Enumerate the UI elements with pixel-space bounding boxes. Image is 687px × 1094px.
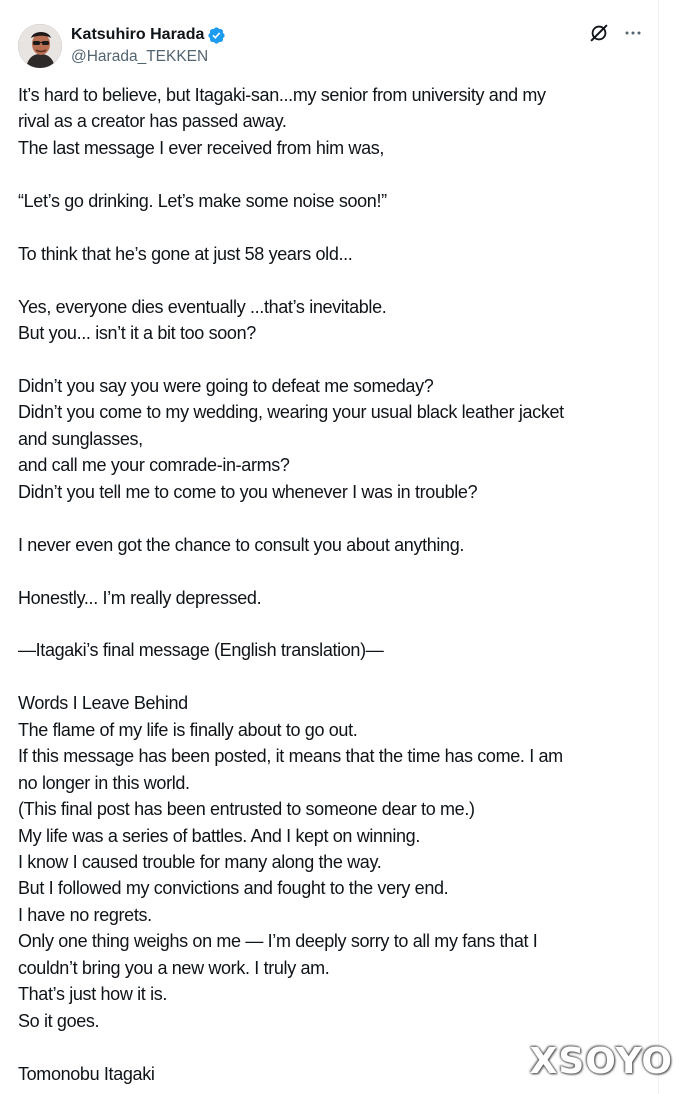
tweet-text-line: But I followed my convictions and fought… <box>18 878 449 899</box>
display-name[interactable]: Katsuhiro Harada <box>71 24 204 46</box>
avatar[interactable] <box>18 24 62 68</box>
tweet-text-line: Didn’t you say you were going to defeat … <box>18 375 434 396</box>
tweet-text-line: But you... isn’t it a bit too soon? <box>18 323 256 344</box>
tweet-text-line: So it goes. <box>18 1010 100 1031</box>
tweet-text-line: rival as a creator has passed away. <box>18 111 287 132</box>
tweet-header: Katsuhiro Harada @Harada_TEKKEN <box>18 22 642 70</box>
tweet-text-line: and call me your comrade-in-arms? <box>18 455 290 476</box>
tweet-text-line: and sunglasses, <box>18 428 143 449</box>
handle[interactable]: @Harada_TEKKEN <box>71 46 226 67</box>
tweet-text-line: no longer in this world. <box>18 772 190 793</box>
tweet-text-line: Only one thing weighs on me — I’m deeply… <box>18 931 538 952</box>
tweet-text-line: The flame of my life is finally about to… <box>18 719 358 740</box>
tweet-text-line: Didn’t you come to my wedding, wearing y… <box>18 402 564 423</box>
verified-badge-icon <box>208 26 225 44</box>
timeline-border <box>658 0 659 1094</box>
tweet-text-line: That’s just how it is. <box>18 984 168 1005</box>
tweet-text-line: I know I caused trouble for many along t… <box>18 852 382 873</box>
tweet-text-line: The last message I ever received from hi… <box>18 137 385 158</box>
more-horizontal-icon[interactable] <box>624 24 642 42</box>
tweet-text-line: To think that he’s gone at just 58 years… <box>18 243 353 264</box>
tweet-text-line: If this message has been posted, it mean… <box>18 746 563 767</box>
tweet-text-line: couldn’t bring you a new work. I truly a… <box>18 957 330 978</box>
tweet-text-line: I have no regrets. <box>18 904 152 925</box>
watermark-logo: XSOYO <box>529 1041 673 1082</box>
tweet-text-line: “Let’s go drinking. Let’s make some nois… <box>18 190 387 211</box>
grok-icon[interactable] <box>588 22 610 44</box>
tweet-text: It’s hard to believe, but Itagaki-san...… <box>18 82 648 1087</box>
tweet-text-line: Words I Leave Behind <box>18 693 188 714</box>
tweet-text-line: Honestly... I’m really depressed. <box>18 587 262 608</box>
tweet-text-line: It’s hard to believe, but Itagaki-san...… <box>18 85 546 105</box>
tweet-text-line: Didn’t you tell me to come to you whenev… <box>18 481 478 502</box>
tweet-text-line: —Itagaki’s final message (English transl… <box>18 640 384 661</box>
tweet-text-line: (This final post has been entrusted to s… <box>18 799 475 820</box>
tweet-text-line: I never even got the chance to consult y… <box>18 534 465 555</box>
tweet-text-line: Yes, everyone dies eventually ...that’s … <box>18 296 387 317</box>
tweet-text-line: My life was a series of battles. And I k… <box>18 825 420 846</box>
